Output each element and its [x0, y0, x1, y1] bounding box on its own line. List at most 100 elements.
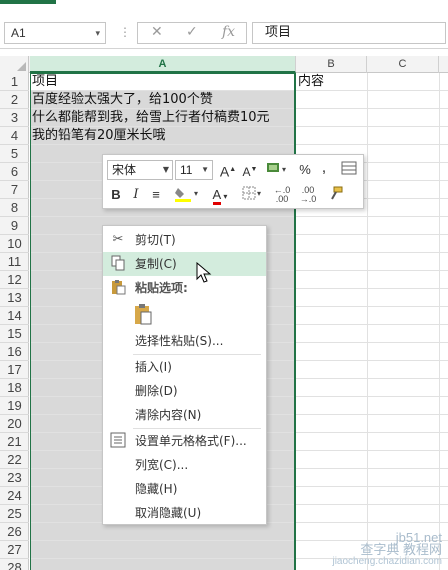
mouse-cursor-icon — [196, 262, 212, 283]
watermark-line-3: jiaocheng.chazidian.com — [332, 556, 442, 567]
menu-item-delete[interactable]: 删除(D) — [103, 379, 266, 403]
format-cells-icon — [109, 432, 127, 450]
watermark: jb51.net 查字典 教程网 jiaocheng.chazidian.com — [332, 531, 442, 568]
font-color-button[interactable]: A ▾ — [205, 185, 235, 205]
paste-option-button[interactable] — [133, 303, 155, 325]
row-header[interactable]: 23 — [0, 469, 29, 487]
row-header[interactable]: 5 — [0, 145, 29, 163]
menu-item-hide-label: 隐藏(H) — [135, 482, 178, 496]
number-format-button[interactable]: ▾ — [263, 160, 291, 180]
menu-item-format-cells-label: 设置单元格格式(F)... — [135, 434, 247, 448]
chevron-down-icon[interactable]: ▾ — [95, 23, 100, 43]
row-header[interactable]: 26 — [0, 523, 29, 541]
paste-icon — [135, 304, 152, 325]
row-header[interactable]: 3 — [0, 109, 29, 127]
align-button[interactable]: ≡ — [147, 185, 165, 205]
row-header[interactable]: 7 — [0, 181, 29, 199]
row-header[interactable]: 8 — [0, 199, 29, 217]
decrease-font-button[interactable]: A▼ — [241, 160, 259, 180]
cell-b1[interactable]: 内容 — [296, 73, 324, 91]
scissors-icon: ✂ — [112, 232, 124, 247]
row-header[interactable]: 11 — [0, 253, 29, 271]
menu-item-insert[interactable]: 插入(I) — [103, 355, 266, 379]
row-header[interactable]: 27 — [0, 541, 29, 559]
row-header[interactable]: 12 — [0, 271, 29, 289]
column-header-c[interactable]: C — [367, 56, 439, 73]
decrease-decimal-button[interactable]: .00 →.0 — [297, 185, 319, 205]
menu-item-column-width-label: 列宽(C)... — [135, 458, 189, 472]
row-header[interactable]: 18 — [0, 379, 29, 397]
menu-item-cut[interactable]: ✂ 剪切(T) — [103, 228, 266, 252]
menu-item-copy-label: 复制(C) — [135, 257, 177, 271]
mini-toolbar: 宋体 ▼ 11 ▼ A▲ A▼ ▾ % , B I ≡ ▾ A ▾ ▾ ←.0.… — [102, 154, 364, 209]
column-headers: A B C — [0, 56, 448, 73]
name-box[interactable]: A1 ▾ — [4, 22, 106, 44]
comma-button[interactable]: , — [317, 158, 331, 178]
menu-item-column-width[interactable]: 列宽(C)... — [103, 453, 266, 477]
insert-function-icon[interactable]: fx — [222, 24, 235, 40]
row-header[interactable]: 6 — [0, 163, 29, 181]
row-header[interactable]: 16 — [0, 343, 29, 361]
drag-handle-icon[interactable]: ⋮ — [119, 25, 131, 39]
percent-button[interactable]: % — [297, 160, 313, 180]
row-header[interactable]: 19 — [0, 397, 29, 415]
font-size-select[interactable]: 11 ▼ — [175, 160, 213, 180]
menu-item-clear-contents-label: 清除内容(N) — [135, 408, 202, 422]
row-header[interactable]: 15 — [0, 325, 29, 343]
format-table-button[interactable] — [339, 160, 359, 180]
row-header[interactable]: 2 — [0, 91, 29, 109]
number-format-icon: ▾ — [267, 163, 286, 174]
cancel-icon[interactable]: ✕ — [151, 24, 163, 40]
svg-text:▾: ▾ — [257, 189, 261, 198]
italic-button[interactable]: I — [129, 185, 143, 205]
column-header-b[interactable]: B — [296, 56, 367, 73]
menu-item-unhide-label: 取消隐藏(U) — [135, 506, 202, 520]
formula-bar: A1 ▾ ⋮ ✕ ✓ fx 项目 — [0, 17, 448, 49]
increase-font-button[interactable]: A▲ — [219, 160, 237, 180]
row-header[interactable]: 28 — [0, 559, 29, 570]
chevron-down-icon[interactable]: ▼ — [201, 161, 209, 179]
enter-icon[interactable]: ✓ — [186, 24, 198, 40]
fill-color-button[interactable]: ▾ — [173, 185, 203, 205]
increase-decimal-button[interactable]: ←.0.00 — [271, 185, 293, 205]
row-header[interactable]: 4 — [0, 127, 29, 145]
formula-input[interactable]: 项目 — [252, 22, 446, 44]
select-all-button[interactable] — [0, 56, 29, 73]
gridline — [367, 73, 368, 570]
row-header[interactable]: 10 — [0, 235, 29, 253]
row-header[interactable]: 25 — [0, 505, 29, 523]
row-header[interactable]: 1 — [0, 73, 29, 91]
increase-font-icon: A — [219, 163, 230, 180]
active-ribbon-tab[interactable] — [0, 0, 56, 4]
format-painter-icon — [331, 186, 343, 200]
menu-item-copy[interactable]: 复制(C) — [103, 252, 266, 276]
bold-button[interactable]: B — [109, 185, 123, 205]
copy-icon — [109, 255, 127, 273]
row-header[interactable]: 20 — [0, 415, 29, 433]
row-header[interactable]: 13 — [0, 289, 29, 307]
table-icon — [341, 161, 357, 175]
borders-button[interactable]: ▾ — [241, 185, 265, 205]
row-header[interactable]: 22 — [0, 451, 29, 469]
row-header[interactable]: 14 — [0, 307, 29, 325]
chevron-down-icon[interactable]: ▼ — [163, 161, 169, 179]
row-header[interactable]: 9 — [0, 217, 29, 235]
row-header[interactable]: 17 — [0, 361, 29, 379]
name-box-value: A1 — [11, 26, 26, 40]
row-header[interactable]: 24 — [0, 487, 29, 505]
paste-options-header: 粘贴选项: — [103, 276, 266, 300]
row-header[interactable]: 21 — [0, 433, 29, 451]
menu-item-format-cells[interactable]: 设置单元格格式(F)... — [103, 429, 266, 453]
gridline — [439, 73, 440, 570]
menu-item-paste-special[interactable]: 选择性粘贴(S)... — [103, 329, 266, 353]
ribbon-strip — [0, 0, 448, 12]
format-painter-button[interactable] — [325, 185, 345, 205]
formula-buttons: ✕ ✓ fx — [137, 22, 247, 44]
column-header-a[interactable]: A — [30, 56, 296, 73]
font-name-select[interactable]: 宋体 ▼ — [107, 160, 173, 180]
menu-item-clear-contents[interactable]: 清除内容(N) — [103, 403, 266, 427]
menu-item-unhide[interactable]: 取消隐藏(U) — [103, 501, 266, 525]
decrease-decimal-icon-line2: →.0 — [299, 194, 317, 204]
menu-item-hide[interactable]: 隐藏(H) — [103, 477, 266, 501]
paste-options-label: 粘贴选项: — [135, 281, 188, 295]
